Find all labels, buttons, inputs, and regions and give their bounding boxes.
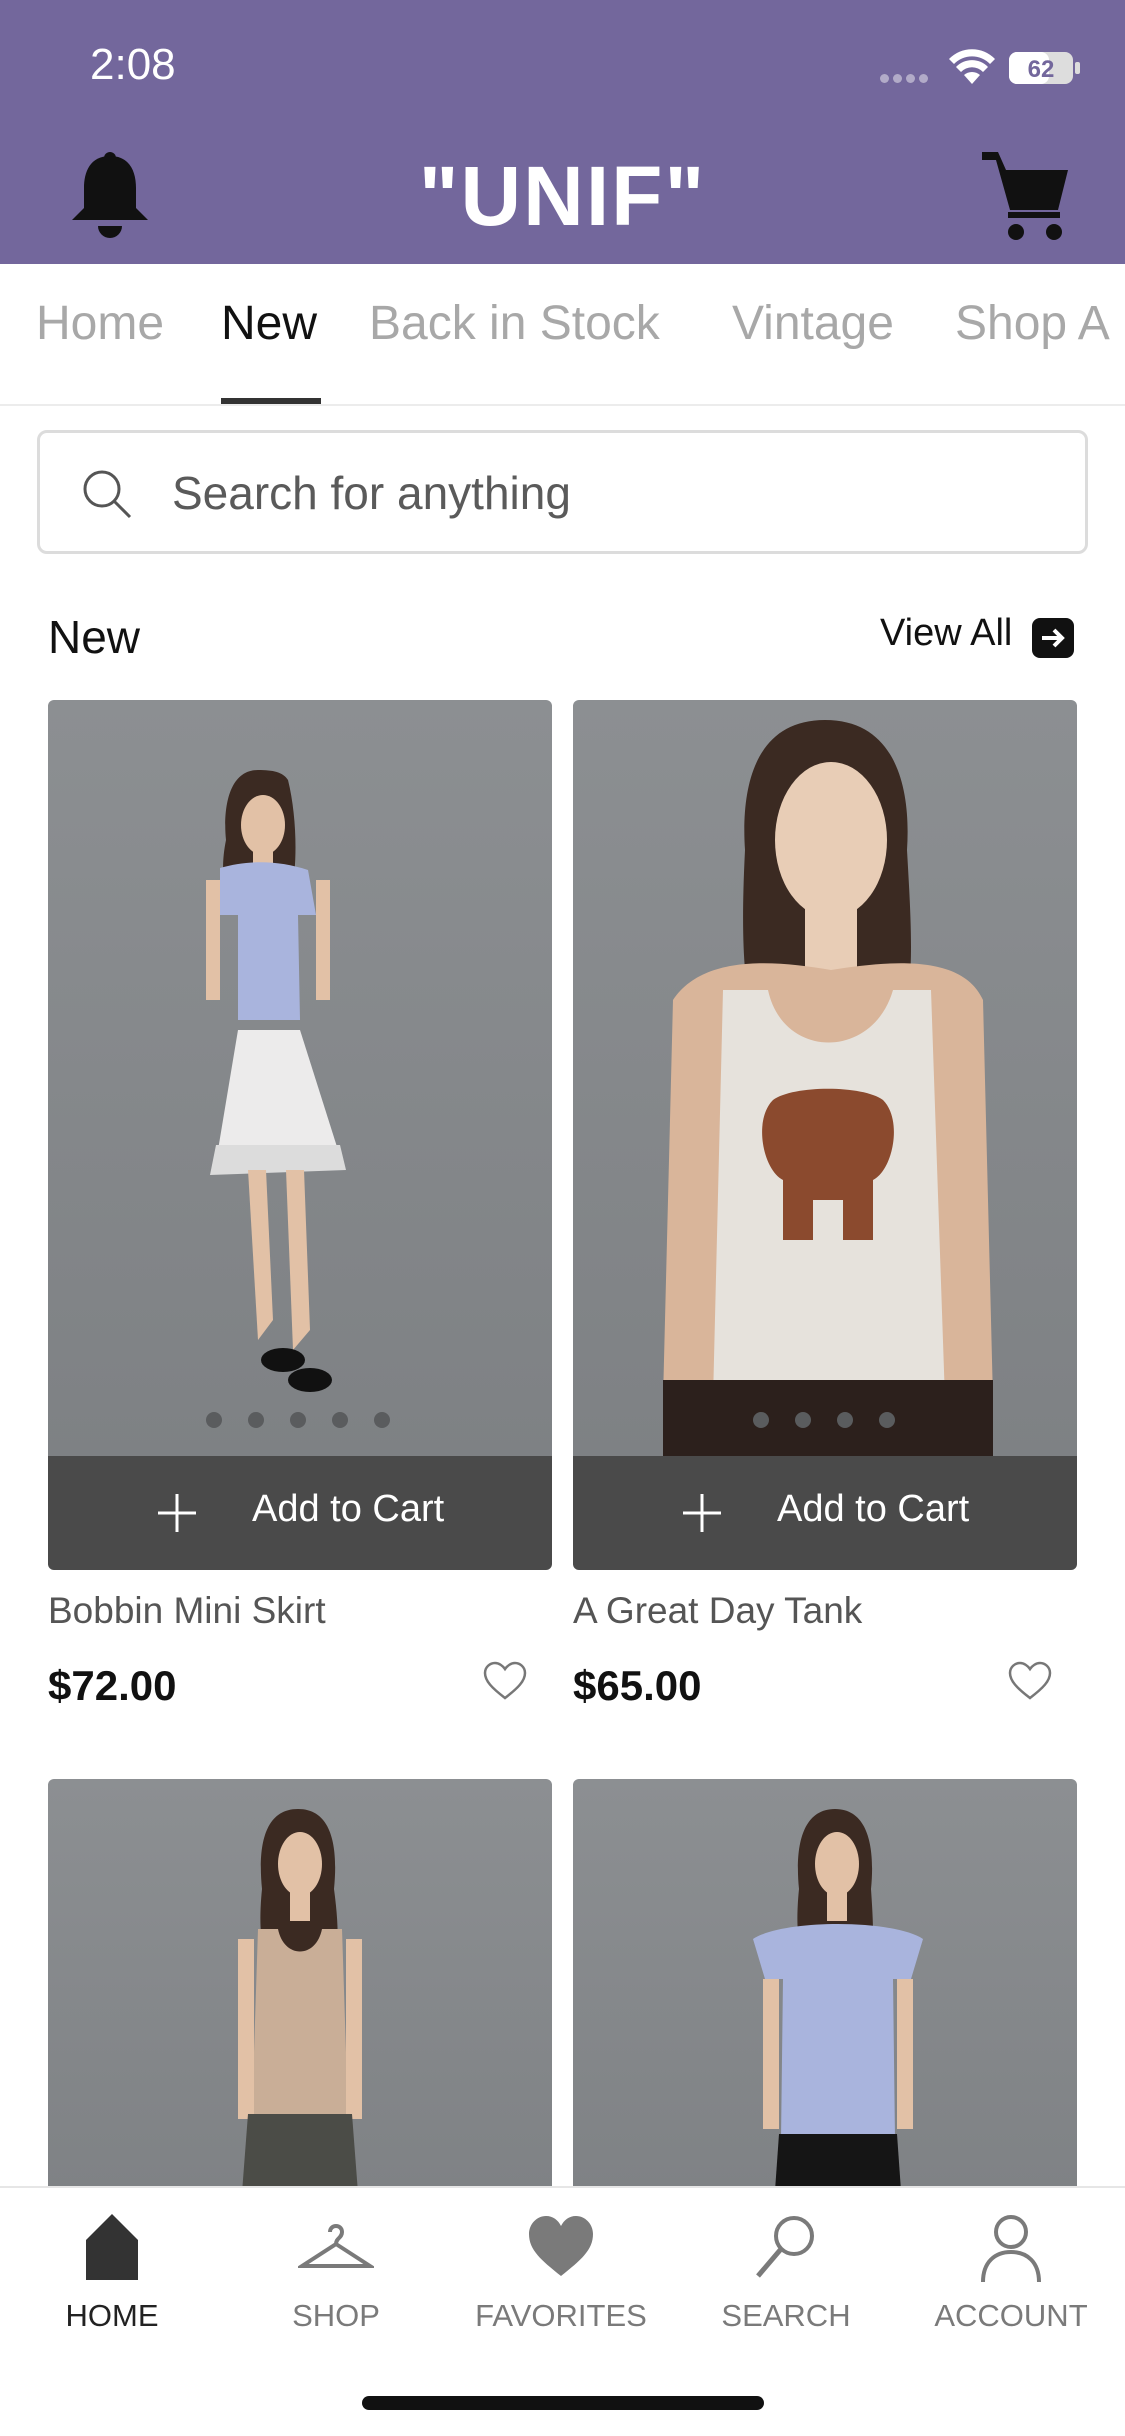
- add-to-cart-button[interactable]: Add to Cart: [573, 1456, 1077, 1570]
- add-to-cart-label: Add to Cart: [777, 1488, 970, 1530]
- product-image[interactable]: [48, 1779, 552, 2219]
- home-indicator[interactable]: [362, 2396, 764, 2410]
- home-icon: [86, 2214, 138, 2280]
- battery-icon: 62: [1009, 52, 1080, 84]
- plus-icon: [158, 1494, 196, 1532]
- brand-logo[interactable]: "UNIF": [0, 148, 1125, 245]
- arrow-right-icon: [1032, 618, 1074, 658]
- product-card[interactable]: [573, 1779, 1077, 2219]
- wifi-icon: [949, 49, 995, 84]
- view-all-link[interactable]: View All: [880, 612, 1080, 668]
- tab-new[interactable]: New: [221, 296, 317, 351]
- view-all-label: View All: [880, 612, 1013, 654]
- product-image[interactable]: [573, 1779, 1077, 2219]
- cart-icon[interactable]: [980, 146, 1072, 242]
- product-photo: [238, 1809, 362, 2219]
- product-image[interactable]: [573, 700, 1077, 1456]
- nav-shop[interactable]: SHOP: [236, 2210, 436, 2340]
- nav-search-label: SEARCH: [721, 2298, 851, 2333]
- nav-favorites-label: FAVORITES: [475, 2298, 647, 2333]
- status-time: 2:08: [90, 40, 176, 89]
- tab-shop[interactable]: Shop A: [955, 296, 1110, 351]
- add-to-cart-button[interactable]: Add to Cart: [48, 1456, 552, 1570]
- nav-home-label: HOME: [65, 2298, 159, 2333]
- hanger-icon: [298, 2224, 374, 2268]
- tab-home[interactable]: Home: [36, 296, 164, 351]
- product-photo: [753, 1809, 923, 2219]
- product-photo: [663, 720, 993, 1456]
- nav-account[interactable]: ACCOUNT: [911, 2210, 1111, 2340]
- user-icon: [981, 2215, 1041, 2283]
- image-pagination-dots: [206, 1412, 416, 1433]
- product-name[interactable]: A Great Day Tank: [573, 1590, 862, 1632]
- active-tab-indicator: [221, 398, 321, 404]
- tab-back-in-stock[interactable]: Back in Stock: [369, 296, 660, 351]
- nav-search[interactable]: SEARCH: [686, 2210, 886, 2340]
- search-icon: [83, 470, 132, 519]
- add-to-cart-label: Add to Cart: [252, 1488, 445, 1530]
- plus-icon: [683, 1494, 721, 1532]
- product-image[interactable]: [48, 700, 552, 1456]
- product-price: $72.00: [48, 1662, 177, 1709]
- product-photo: [206, 770, 346, 1392]
- section-title: New: [48, 611, 141, 663]
- search-icon: [756, 2216, 814, 2278]
- search-input[interactable]: [172, 463, 1052, 523]
- nav-home[interactable]: HOME: [12, 2210, 212, 2340]
- heart-icon: [529, 2216, 593, 2276]
- cellular-signal-icon: [880, 70, 936, 83]
- category-tabs: Home New Back in Stock Vintage Shop A: [0, 264, 1125, 406]
- tab-vintage[interactable]: Vintage: [732, 296, 894, 351]
- product-price: $65.00: [573, 1662, 702, 1709]
- image-pagination-dots: [753, 1412, 921, 1433]
- product-card[interactable]: Add to Cart A Great Day Tank $65.00: [573, 700, 1077, 1710]
- battery-level: 62: [1028, 56, 1055, 83]
- heart-outline-icon[interactable]: [1007, 1660, 1053, 1702]
- product-card[interactable]: Add to Cart Bobbin Mini Skirt $72.00: [48, 700, 552, 1710]
- heart-outline-icon[interactable]: [482, 1660, 528, 1702]
- search-bar[interactable]: [37, 430, 1088, 554]
- nav-favorites[interactable]: FAVORITES: [461, 2210, 661, 2340]
- app-header: 2:08 62 "UNIF": [0, 0, 1125, 264]
- product-card[interactable]: [48, 1779, 552, 2219]
- nav-shop-label: SHOP: [292, 2298, 380, 2333]
- product-name[interactable]: Bobbin Mini Skirt: [48, 1590, 326, 1632]
- nav-account-label: ACCOUNT: [934, 2298, 1088, 2333]
